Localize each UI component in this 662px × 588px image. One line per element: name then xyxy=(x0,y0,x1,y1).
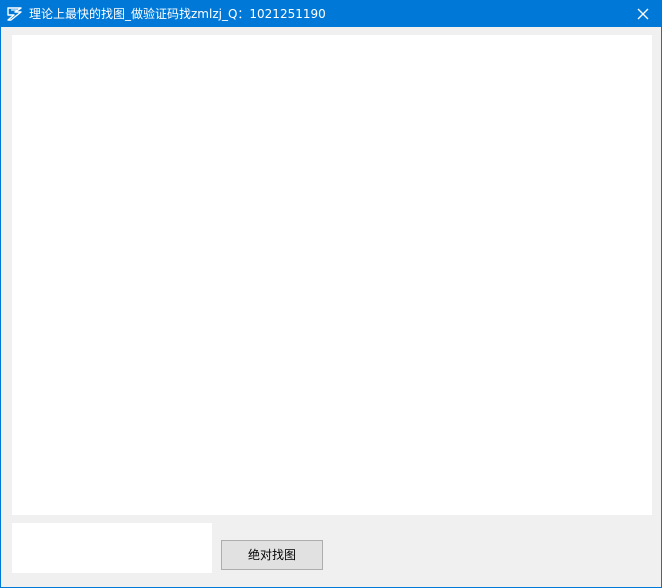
app-window: 理论上最快的找图_做验证码找zmlzj_Q：1021251190 绝对找图 xyxy=(0,0,662,588)
result-display-box xyxy=(12,523,212,573)
image-display-panel xyxy=(12,35,652,515)
close-icon xyxy=(637,8,649,20)
absolute-find-image-button[interactable]: 绝对找图 xyxy=(221,540,323,570)
close-button[interactable] xyxy=(625,1,661,27)
title-bar[interactable]: 理论上最快的找图_做验证码找zmlzj_Q：1021251190 xyxy=(1,1,661,27)
app-logo-icon xyxy=(7,7,22,21)
window-title: 理论上最快的找图_做验证码找zmlzj_Q：1021251190 xyxy=(29,7,326,21)
